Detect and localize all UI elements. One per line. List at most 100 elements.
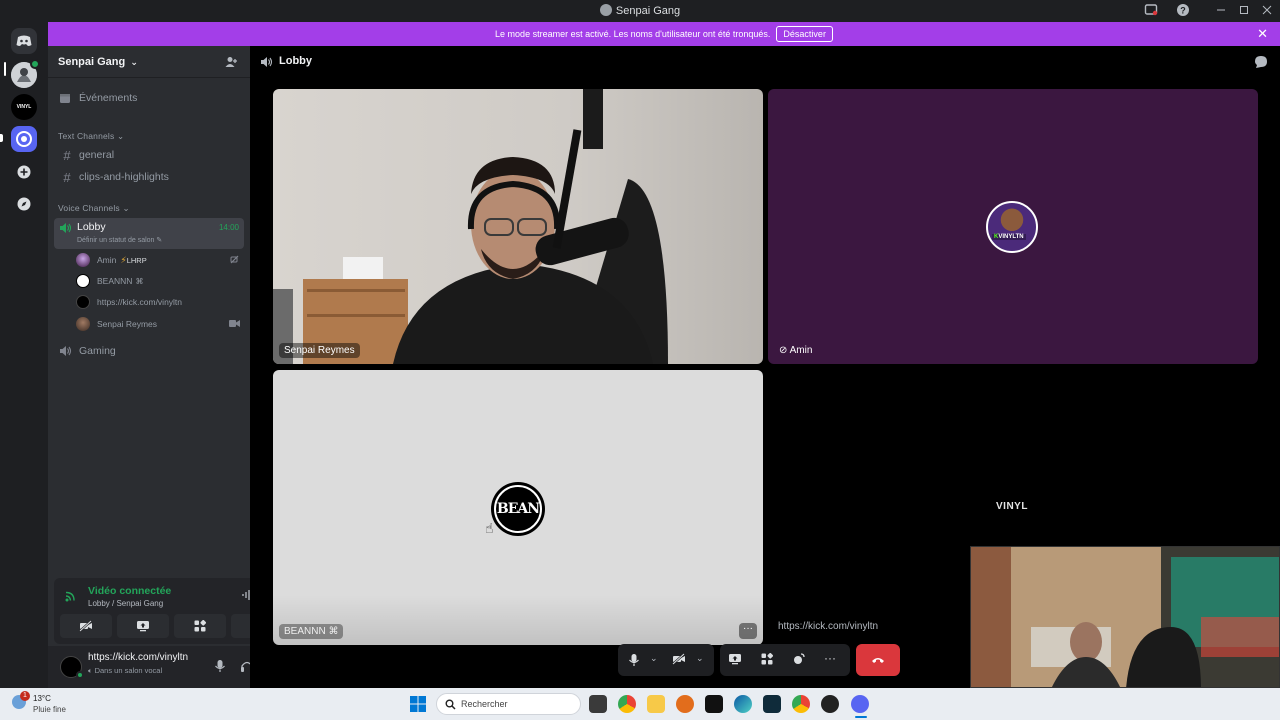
speaker-icon	[260, 56, 273, 68]
avatar	[76, 317, 90, 331]
maximize-icon[interactable]	[1237, 3, 1253, 19]
microphone-icon[interactable]	[214, 659, 226, 673]
server-avatar-1[interactable]	[11, 59, 40, 88]
edge-icon[interactable]	[734, 695, 752, 713]
crest-icon: ⌘	[135, 276, 144, 286]
file-explorer-icon[interactable]	[647, 695, 665, 713]
minimize-icon[interactable]	[1214, 3, 1230, 19]
title-bar: Senpai Gang ?	[0, 0, 1280, 22]
speaker-icon	[59, 222, 72, 234]
windows-start-icon[interactable]	[410, 696, 426, 712]
svg-text:?: ?	[1180, 6, 1186, 16]
window-title: Senpai Gang	[0, 4, 1280, 17]
voice-stage: Lobby Senpai Reymes KVINYLTN ⊘ Amin BEAN…	[250, 46, 1280, 688]
chrome-profile-icon[interactable]	[792, 695, 810, 713]
more-options-icon[interactable]: ···	[739, 623, 757, 639]
activities-button[interactable]	[174, 614, 226, 638]
share-screen-icon[interactable]	[728, 653, 742, 665]
weather-temp[interactable]: 13°C	[33, 694, 51, 703]
more-icon[interactable]: ···	[824, 651, 836, 665]
voice-user-beannn[interactable]: BEANNN ⌘	[76, 272, 244, 290]
camera-off-icon[interactable]	[672, 653, 686, 665]
banner-text: Le mode streamer est activé. Les noms d'…	[495, 29, 771, 39]
voice-status-subtitle[interactable]: Lobby / Senpai Gang	[88, 599, 163, 608]
streamer-facecam	[970, 546, 1280, 688]
avatar	[76, 253, 90, 267]
user-name: BEANNN	[97, 276, 133, 286]
explore-icon[interactable]	[11, 191, 37, 217]
chevron-down-icon: ⌄	[122, 203, 130, 213]
chrome-icon[interactable]	[618, 695, 636, 713]
tile-name-label: Senpai Reymes	[279, 343, 360, 358]
channel-sidebar: Senpai Gang ⌄ Événements Text Channels ⌄…	[48, 46, 290, 688]
voice-user-senpai-reymes[interactable]: Senpai Reymes	[76, 315, 244, 333]
server-vinyl[interactable]: VINYL	[11, 94, 37, 120]
weather-desc: Pluie fine	[33, 705, 66, 714]
help-icon[interactable]: ?	[1176, 3, 1192, 19]
inbox-icon[interactable]	[1144, 3, 1160, 19]
camera-off-icon	[229, 254, 240, 265]
chat-icon[interactable]	[1254, 55, 1268, 69]
text-channels-category[interactable]: Text Channels ⌄	[58, 131, 124, 142]
obs-icon[interactable]	[821, 695, 839, 713]
search-placeholder: Rechercher	[461, 699, 508, 709]
app-icon-orange[interactable]	[676, 695, 694, 713]
task-view-icon[interactable]	[589, 695, 607, 713]
beannn-logo: BEAN	[491, 482, 545, 536]
voice-user-vinyltn[interactable]: https://kick.com/vinyltn	[76, 293, 244, 311]
mic-camera-controls: ⌄ ⌄	[618, 644, 714, 676]
channel-clips-and-highlights[interactable]: # clips-and-highlights	[54, 169, 244, 185]
user-name: https://kick.com/vinyltn	[97, 297, 183, 307]
voice-channels-category[interactable]: Voice Channels ⌄	[58, 203, 130, 214]
avatar	[76, 295, 90, 309]
channel-label: general	[79, 149, 115, 161]
server-header[interactable]: Senpai Gang ⌄	[48, 46, 250, 78]
speaker-icon	[59, 345, 75, 357]
voice-channel-gaming[interactable]: Gaming	[54, 343, 244, 359]
taskbar-search[interactable]: Rechercher	[436, 693, 581, 715]
toggle-camera-button[interactable]	[60, 614, 112, 638]
server-name: Senpai Gang	[58, 56, 126, 68]
weather-badge: 1	[20, 691, 30, 701]
search-icon	[445, 699, 456, 710]
speaker-icon: 🔈︎	[88, 666, 93, 675]
tile-shade	[273, 595, 763, 645]
discord-taskbar-icon[interactable]	[851, 695, 869, 713]
user-name: Amin	[97, 255, 117, 265]
terminal-icon[interactable]	[763, 695, 781, 713]
discord-home-icon[interactable]	[11, 28, 37, 54]
signal-icon	[64, 590, 78, 602]
add-server-icon[interactable]	[11, 159, 37, 185]
video-tile-senpai-reymes[interactable]: Senpai Reymes	[273, 89, 763, 364]
close-icon[interactable]: ✕	[1257, 27, 1268, 40]
live-app-icon[interactable]	[705, 695, 723, 713]
pencil-icon: ✎	[156, 237, 163, 244]
mic-muted-icon: ⊘	[779, 345, 788, 356]
video-tile-beannn[interactable]: BEAN ☝︎ BEANNN ⌘ ···	[273, 370, 763, 645]
channel-status-prompt[interactable]: Définir un statut de salon ✎	[77, 236, 162, 244]
calendar-icon	[59, 92, 75, 104]
microphone-icon[interactable]	[628, 653, 640, 667]
chevron-down-icon[interactable]: ⌄	[650, 653, 658, 664]
disable-streamer-button[interactable]: Désactiver	[776, 26, 833, 42]
channel-general[interactable]: # general	[54, 147, 244, 163]
chevron-down-icon[interactable]: ⌄	[696, 653, 704, 664]
close-window-icon[interactable]	[1260, 3, 1276, 19]
hang-up-button[interactable]	[856, 644, 900, 676]
stage-actions: ···	[720, 644, 850, 676]
video-tile-amin[interactable]: KVINYLTN ⊘ Amin	[768, 89, 1258, 364]
avatar-text: KVINYLTN	[992, 234, 1026, 240]
server-senpai-gang[interactable]	[11, 126, 37, 152]
voice-user-amin[interactable]: Amin ⚡ LHRP	[76, 251, 244, 269]
soundboard-icon[interactable]	[793, 653, 805, 665]
events-item[interactable]: Événements	[54, 90, 244, 106]
invite-icon[interactable]	[224, 55, 238, 69]
user-name[interactable]: https://kick.com/vinyltn	[88, 652, 200, 663]
selected-pill	[4, 62, 6, 76]
share-screen-button[interactable]	[117, 614, 169, 638]
cursor-hand-icon: ☝︎	[485, 520, 494, 536]
voice-channel-lobby[interactable]: Lobby 14:00 Définir un statut de salon ✎	[54, 218, 244, 249]
activities-icon[interactable]	[761, 653, 773, 665]
chevron-down-icon: ⌄	[130, 57, 138, 67]
avatar: KVINYLTN	[986, 201, 1038, 253]
